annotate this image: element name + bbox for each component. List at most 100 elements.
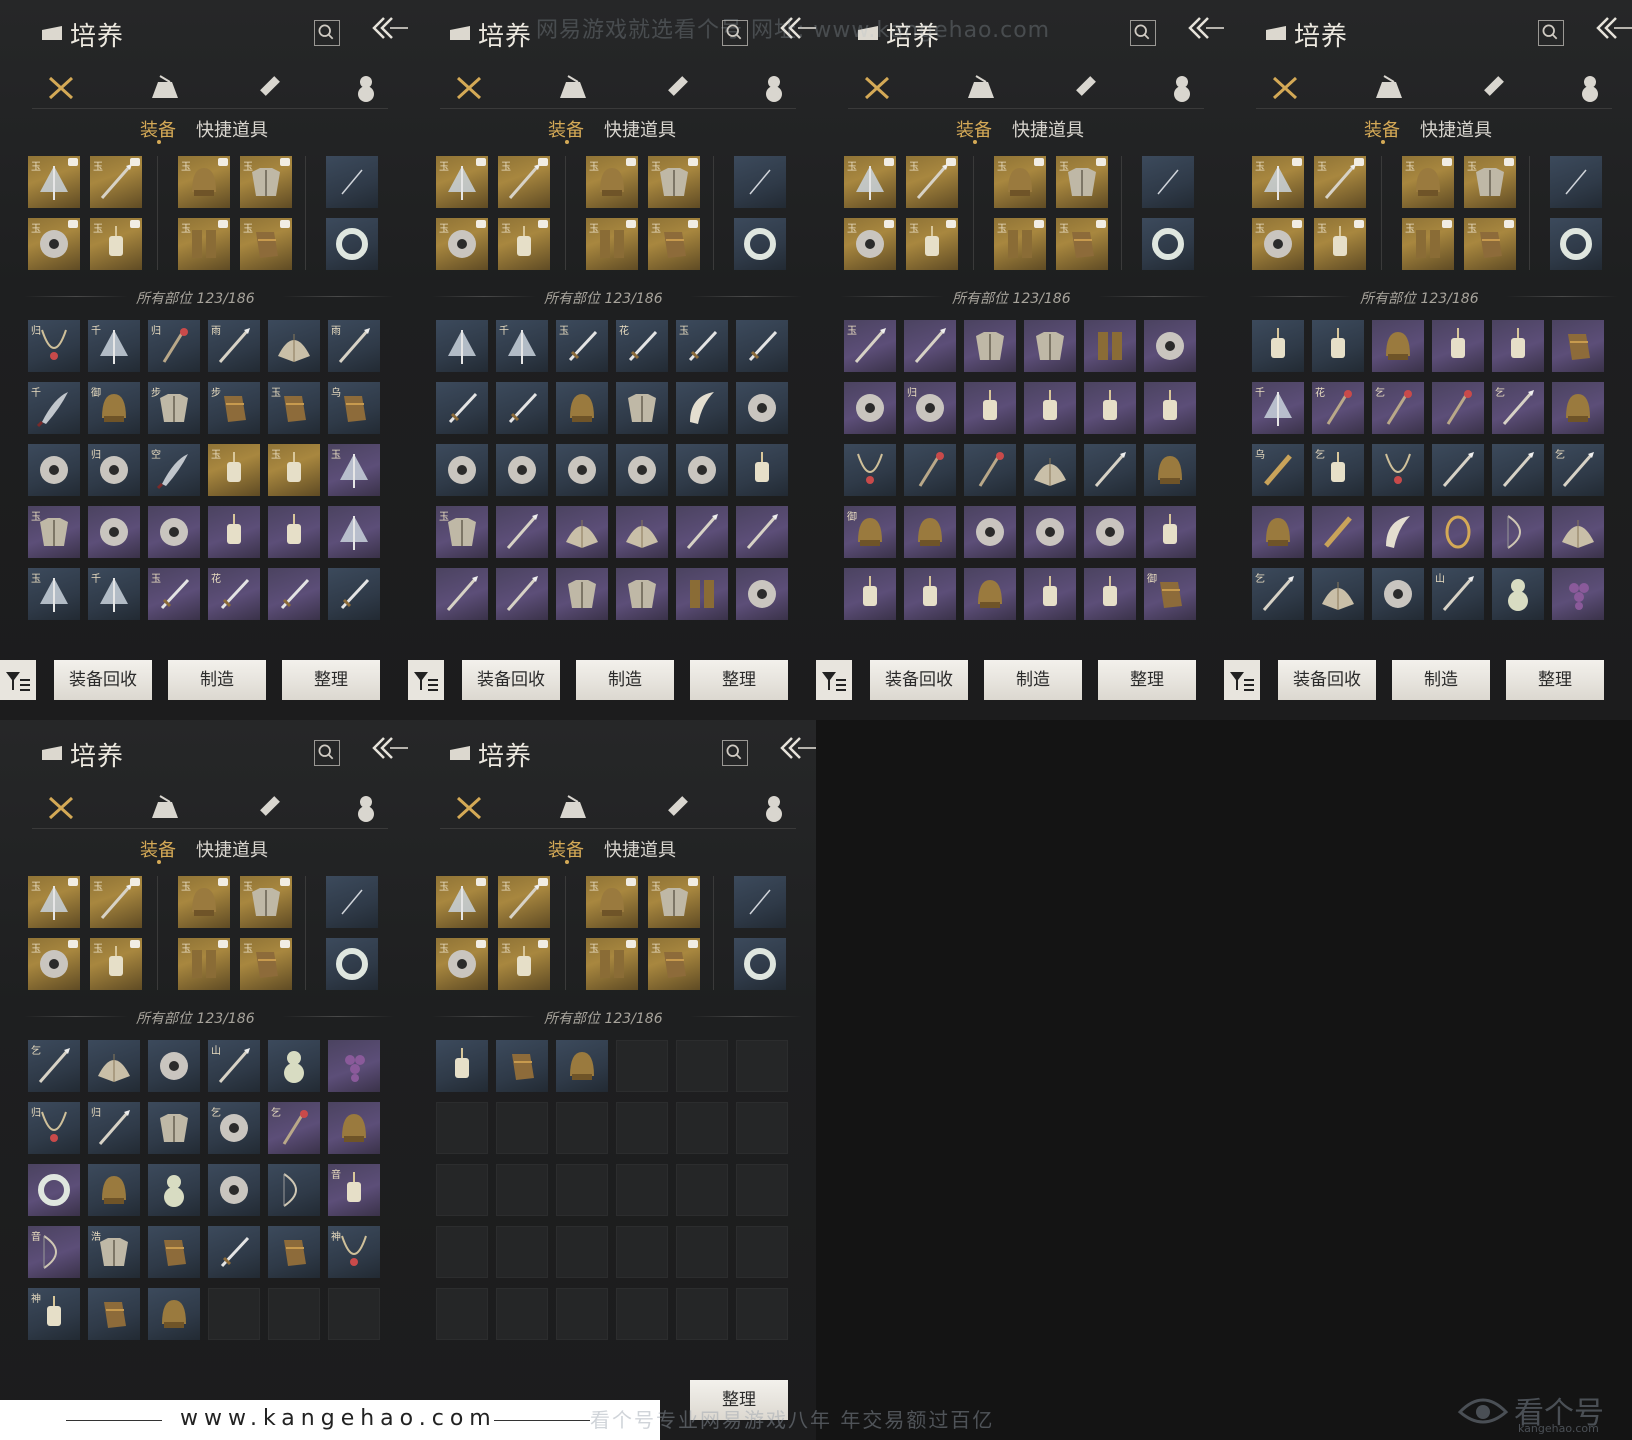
equipped-slot[interactable]: 玉 <box>906 156 958 208</box>
tab-swords[interactable] <box>44 72 80 102</box>
inventory-item[interactable] <box>1312 320 1364 372</box>
equipped-slot[interactable]: 玉 <box>498 156 550 208</box>
equipped-slot[interactable]: 玉 <box>586 156 638 208</box>
equipped-slot[interactable]: 玉 <box>28 218 80 270</box>
inventory-item[interactable] <box>1492 320 1544 372</box>
tab-scroll[interactable] <box>1068 72 1104 102</box>
inventory-item[interactable] <box>268 1040 320 1092</box>
inventory-item[interactable] <box>1372 568 1424 620</box>
equipped-slot[interactable]: 玉 <box>586 938 638 990</box>
filter-button[interactable] <box>0 660 36 700</box>
equipped-slot[interactable]: 玉 <box>90 218 142 270</box>
equipped-slot[interactable]: 玉 <box>1402 156 1454 208</box>
inventory-item[interactable] <box>736 568 788 620</box>
equipped-slot[interactable]: 玉 <box>436 876 488 928</box>
equipped-slot[interactable] <box>734 938 786 990</box>
inventory-item[interactable] <box>616 506 668 558</box>
tab-swords[interactable] <box>860 72 896 102</box>
inventory-item[interactable] <box>964 506 1016 558</box>
inventory-item[interactable]: 御 <box>1144 568 1196 620</box>
tab-scroll[interactable] <box>252 72 288 102</box>
tab-quick-items[interactable]: 快捷道具 <box>604 836 676 862</box>
equipped-slot[interactable]: 玉 <box>1252 156 1304 208</box>
inventory-item[interactable]: 玉 <box>268 444 320 496</box>
equipped-slot[interactable]: 玉 <box>240 156 292 208</box>
inventory-item[interactable]: 山 <box>208 1040 260 1092</box>
filter-button[interactable] <box>1224 660 1260 700</box>
inventory-item[interactable] <box>676 382 728 434</box>
search-button[interactable] <box>314 740 340 766</box>
tab-swords[interactable] <box>452 792 488 822</box>
equipped-slot[interactable]: 玉 <box>1402 218 1454 270</box>
inventory-item[interactable] <box>496 506 548 558</box>
inventory-item[interactable] <box>436 320 488 372</box>
sort-button[interactable]: 整理 <box>690 660 788 700</box>
equipped-slot[interactable]: 玉 <box>240 218 292 270</box>
search-button[interactable] <box>1538 20 1564 46</box>
inventory-item[interactable] <box>148 1040 200 1092</box>
inventory-item[interactable] <box>676 568 728 620</box>
inventory-item[interactable]: 花 <box>208 568 260 620</box>
inventory-item[interactable] <box>1432 382 1484 434</box>
equipped-slot[interactable] <box>734 156 786 208</box>
inventory-item[interactable] <box>1084 444 1136 496</box>
inventory-item[interactable] <box>1144 382 1196 434</box>
inventory-item[interactable] <box>148 506 200 558</box>
inventory-item[interactable]: 玉 <box>844 320 896 372</box>
inventory-item[interactable] <box>148 1226 200 1278</box>
inventory-item[interactable] <box>736 506 788 558</box>
tab-equipment[interactable]: 装备 <box>140 836 176 862</box>
inventory-item[interactable] <box>268 1226 320 1278</box>
inventory-item[interactable] <box>556 1040 608 1092</box>
inventory-item[interactable]: 神 <box>28 1288 80 1340</box>
inventory-item[interactable] <box>148 1102 200 1154</box>
equipped-slot[interactable]: 玉 <box>28 938 80 990</box>
inventory-item[interactable]: 音 <box>28 1226 80 1278</box>
tab-pouch[interactable] <box>964 72 1000 102</box>
inventory-item[interactable] <box>268 506 320 558</box>
tab-quick-items[interactable]: 快捷道具 <box>1420 116 1492 142</box>
tab-gourd[interactable] <box>1164 72 1200 102</box>
craft-button[interactable]: 制造 <box>168 660 266 700</box>
inventory-item[interactable] <box>736 382 788 434</box>
inventory-item[interactable]: 归 <box>148 320 200 372</box>
collapse-back-button[interactable] <box>368 734 408 766</box>
inventory-item[interactable]: 归 <box>88 1102 140 1154</box>
inventory-item[interactable] <box>1312 568 1364 620</box>
inventory-item[interactable] <box>436 568 488 620</box>
tab-pouch[interactable] <box>148 72 184 102</box>
craft-button[interactable]: 制造 <box>576 660 674 700</box>
inventory-item[interactable] <box>328 1102 380 1154</box>
equipped-slot[interactable]: 玉 <box>498 876 550 928</box>
inventory-item[interactable]: 步 <box>208 382 260 434</box>
equipped-slot[interactable]: 玉 <box>240 938 292 990</box>
inventory-item[interactable]: 玉 <box>556 320 608 372</box>
equipped-slot[interactable]: 玉 <box>1464 156 1516 208</box>
tab-equipment[interactable]: 装备 <box>548 836 584 862</box>
equipped-slot[interactable]: 玉 <box>90 876 142 928</box>
inventory-item[interactable]: 归 <box>88 444 140 496</box>
inventory-item[interactable]: 千 <box>28 382 80 434</box>
sort-button[interactable]: 整理 <box>1098 660 1196 700</box>
inventory-item[interactable] <box>268 320 320 372</box>
equipped-slot[interactable] <box>326 938 378 990</box>
inventory-item[interactable] <box>1492 568 1544 620</box>
inventory-item[interactable] <box>904 320 956 372</box>
equipped-slot[interactable]: 玉 <box>906 218 958 270</box>
inventory-item[interactable] <box>268 1164 320 1216</box>
inventory-item[interactable]: 空 <box>148 444 200 496</box>
equipped-slot[interactable]: 玉 <box>586 218 638 270</box>
inventory-item[interactable] <box>904 568 956 620</box>
equipped-slot[interactable]: 玉 <box>1464 218 1516 270</box>
inventory-item[interactable] <box>964 568 1016 620</box>
inventory-item[interactable] <box>1432 506 1484 558</box>
inventory-item[interactable] <box>964 320 1016 372</box>
equipped-slot[interactable] <box>1142 156 1194 208</box>
inventory-item[interactable]: 玉 <box>676 320 728 372</box>
inventory-item[interactable] <box>964 382 1016 434</box>
inventory-item[interactable] <box>328 1040 380 1092</box>
inventory-item[interactable] <box>1024 506 1076 558</box>
search-button[interactable] <box>1130 20 1156 46</box>
equipped-slot[interactable]: 玉 <box>498 938 550 990</box>
equipped-slot[interactable] <box>734 876 786 928</box>
